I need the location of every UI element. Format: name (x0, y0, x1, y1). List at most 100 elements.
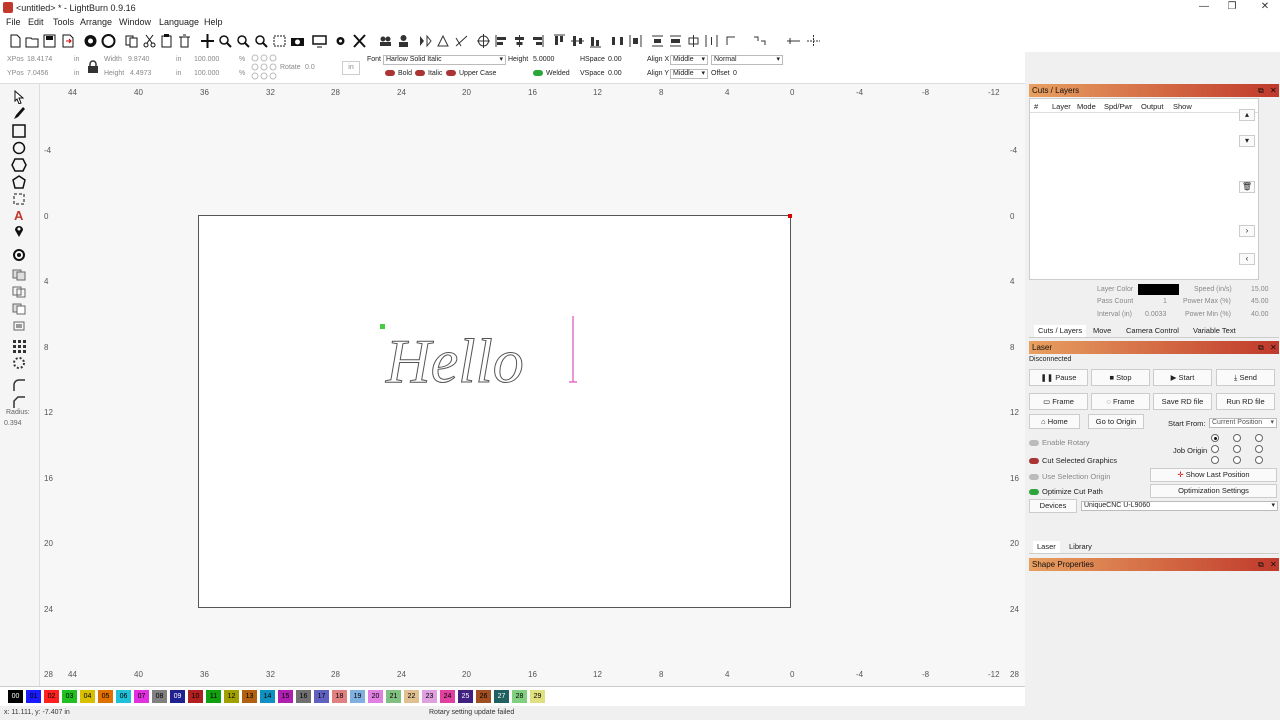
polygon-icon[interactable] (11, 158, 27, 172)
device-select[interactable]: UniqueCNC U-L9060 (1081, 501, 1278, 511)
space-vertical-icon[interactable] (650, 33, 665, 49)
laser-close-icon[interactable]: ✕ (1270, 341, 1277, 354)
boolean-union-icon[interactable] (11, 285, 27, 299)
flip-horizontal-icon[interactable] (418, 33, 433, 49)
menu-edit[interactable]: Edit (28, 17, 44, 27)
grid-array-tool-icon[interactable] (11, 339, 27, 353)
copy-icon[interactable] (124, 33, 139, 49)
zoom-in-icon[interactable] (218, 33, 233, 49)
gear-icon[interactable] (333, 33, 348, 49)
speed-value[interactable]: 15.00 (1251, 286, 1269, 293)
distribute-spacing-icon[interactable] (628, 33, 643, 49)
menu-tools[interactable]: Tools (53, 17, 74, 27)
font-select[interactable]: Harlow Solid Italic (383, 55, 506, 65)
scissors-icon[interactable] (142, 33, 157, 49)
rotate-value[interactable]: 0.0 (305, 64, 315, 71)
offset-value[interactable]: 0 (733, 70, 737, 77)
tab-camera-control[interactable]: Camera Control (1126, 325, 1179, 337)
go-to-origin-button[interactable]: Go to Origin (1088, 414, 1144, 429)
menu-arrange[interactable]: Arrange (80, 17, 112, 27)
run-rd-button[interactable]: Run RD file (1216, 393, 1275, 410)
upper-case-toggle[interactable]: Upper Case (446, 70, 496, 77)
layers-table[interactable]: # Layer Mode Spd/Pwr Output Show (1029, 98, 1259, 280)
tab-laser[interactable]: Laser (1033, 541, 1060, 553)
laser-undock-icon[interactable]: ⧉ (1258, 341, 1264, 354)
ellipse-icon[interactable] (11, 141, 27, 155)
tab-cuts-layers[interactable]: Cuts / Layers (1034, 325, 1087, 337)
pentagon-icon[interactable] (11, 175, 27, 189)
align-bottom-icon[interactable] (588, 33, 603, 49)
mirror-icon[interactable] (454, 33, 469, 49)
layer-collapse-button[interactable]: ‹ (1239, 253, 1255, 265)
align-y-select[interactable]: Middle (670, 69, 708, 79)
palette-swatch[interactable]: 13 (242, 690, 257, 703)
font-height-value[interactable]: 5.0000 (533, 56, 554, 63)
chamfer-corner-icon[interactable] (11, 395, 27, 409)
grid-array-icon[interactable] (786, 33, 801, 49)
boolean-subtract-icon[interactable] (11, 302, 27, 316)
start-button[interactable]: ▶ Start (1153, 369, 1212, 386)
hspace-value[interactable]: 0.00 (608, 56, 622, 63)
offset-icon[interactable] (11, 248, 27, 262)
palette-swatch[interactable]: 10 (188, 690, 203, 703)
tab-library[interactable]: Library (1069, 541, 1092, 553)
tab-move[interactable]: Move (1093, 325, 1111, 337)
center-icon[interactable] (686, 33, 701, 49)
shape-undock-icon[interactable]: ⧉ (1258, 558, 1264, 571)
job-origin-top-right[interactable] (1255, 434, 1263, 442)
show-last-position-button[interactable]: ✛ Show Last Position (1150, 468, 1277, 482)
interval-value[interactable]: 0.0033 (1145, 311, 1166, 318)
welded-toggle[interactable]: Welded (533, 70, 570, 77)
palette-swatch[interactable]: 24 (440, 690, 455, 703)
palette-swatch[interactable]: 25 (458, 690, 473, 703)
pen-icon[interactable] (11, 106, 27, 120)
layer-expand-button[interactable]: › (1239, 225, 1255, 237)
radius-value[interactable]: 0.394 (4, 420, 22, 427)
tab-variable-text[interactable]: Variable Text (1193, 325, 1236, 337)
xpos-value[interactable]: 18.4174 (27, 56, 52, 63)
layer-delete-icon[interactable]: 🗑 (1239, 181, 1255, 193)
text-mode-select[interactable]: Normal (711, 55, 783, 65)
layer-color-swatch[interactable] (1138, 284, 1179, 295)
optimize-cut-path-toggle[interactable]: Optimize Cut Path (1029, 487, 1103, 496)
palette-swatch[interactable]: 01 (26, 690, 41, 703)
rounded-corner-icon[interactable] (11, 378, 27, 392)
zoom-out-icon[interactable] (236, 33, 251, 49)
palette-swatch[interactable]: 11 (206, 690, 221, 703)
menu-language[interactable]: Language (159, 17, 199, 27)
new-file-icon[interactable] (8, 33, 23, 49)
tools-icon[interactable] (352, 33, 367, 49)
align-x-select[interactable]: Middle (670, 55, 708, 65)
job-origin-bottom-left[interactable] (1211, 456, 1219, 464)
enable-rotary-toggle[interactable]: Enable Rotary (1029, 438, 1090, 447)
camera-icon[interactable] (290, 33, 305, 49)
power-max-value[interactable]: 45.00 (1251, 298, 1269, 305)
boolean-intersect-icon[interactable] (11, 319, 27, 333)
palette-swatch[interactable]: 14 (260, 690, 275, 703)
home-button[interactable]: ⌂ Home (1029, 414, 1080, 429)
circle-frame-button[interactable]: ◌ Frame (1091, 393, 1150, 410)
bold-toggle[interactable]: Bold (385, 70, 412, 77)
shape-close-icon[interactable]: ✕ (1270, 558, 1277, 571)
close-button[interactable]: ✕ (1250, 0, 1280, 15)
trace-icon[interactable] (101, 33, 116, 49)
align-top-icon[interactable] (552, 33, 567, 49)
palette-swatch[interactable]: 22 (404, 690, 419, 703)
start-from-select[interactable]: Current Position (1209, 418, 1277, 428)
palette-swatch[interactable]: 17 (314, 690, 329, 703)
palette-swatch[interactable]: 09 (170, 690, 185, 703)
weld-icon[interactable] (11, 268, 27, 282)
width-percent[interactable]: 100.000 (194, 56, 219, 63)
palette-swatch[interactable]: 07 (134, 690, 149, 703)
work-area[interactable] (198, 214, 792, 608)
palette-swatch[interactable]: 29 (530, 690, 545, 703)
palette-swatch[interactable]: 02 (44, 690, 59, 703)
job-origin-bottom-right[interactable] (1255, 456, 1263, 464)
job-origin-bottom-center[interactable] (1233, 456, 1241, 464)
palette-swatch[interactable]: 27 (494, 690, 509, 703)
lock-icon[interactable] (87, 60, 99, 73)
anchor-grid-icon[interactable] (251, 54, 277, 80)
import-icon[interactable] (60, 33, 75, 49)
italic-toggle[interactable]: Italic (415, 70, 442, 77)
save-rd-button[interactable]: Save RD file (1153, 393, 1212, 410)
